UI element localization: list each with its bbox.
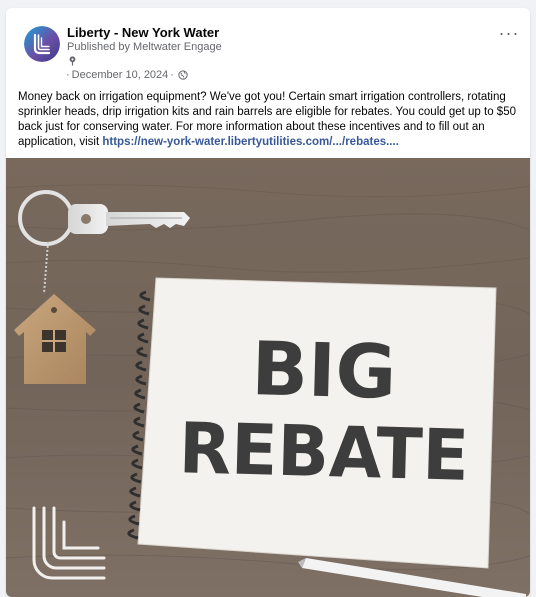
pin-icon — [69, 56, 76, 66]
post-header: Liberty - New York Water Published by Me… — [6, 8, 530, 86]
date-separator: · — [66, 69, 70, 81]
published-by-label: Published by Meltwater Engage — [67, 41, 222, 53]
liberty-logo-avatar[interactable] — [24, 26, 60, 62]
page-name-link[interactable]: Liberty - New York Water — [67, 25, 219, 40]
post-card: Liberty - New York Water Published by Me… — [6, 8, 530, 597]
spiral-notepad: BIG REBATE — [127, 277, 497, 569]
headline-big: BIG — [250, 326, 397, 416]
more-options-icon[interactable]: ··· — [496, 24, 522, 48]
post-body: Money back on irrigation equipment? We'v… — [18, 90, 526, 150]
headline-rebate: REBATE — [178, 407, 470, 497]
post-date-row: · December 10, 2024 · — [64, 69, 188, 81]
rebates-link[interactable]: https://new-york-water.libertyutilities.… — [102, 136, 399, 148]
post-photo[interactable]: BIG REBATE — [6, 158, 530, 597]
post-date[interactable]: December 10, 2024 — [72, 69, 169, 81]
globe-icon[interactable] — [178, 70, 188, 80]
date-separator: · — [170, 69, 174, 81]
